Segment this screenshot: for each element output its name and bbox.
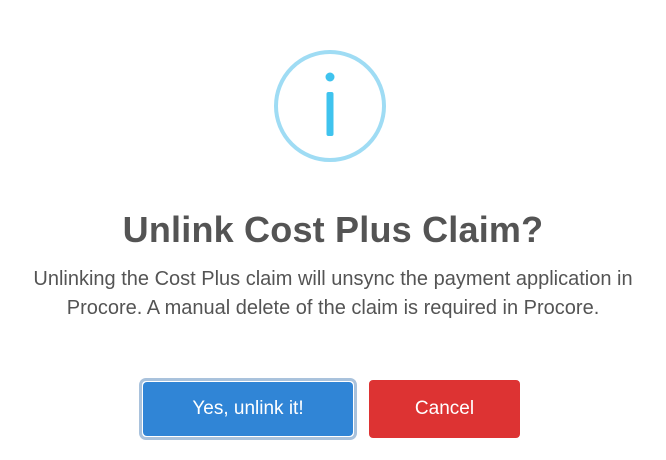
info-glyph [325, 72, 335, 136]
info-icon [274, 50, 386, 162]
dialog-actions: Yes, unlink it! Cancel [0, 378, 666, 440]
confirm-dialog: Unlink Cost Plus Claim? Unlinking the Co… [0, 0, 666, 460]
confirm-unlink-button[interactable]: Yes, unlink it! [143, 382, 353, 436]
cancel-button[interactable]: Cancel [369, 380, 520, 438]
dialog-message: Unlinking the Cost Plus claim will unsyn… [33, 268, 633, 319]
dialog-title: Unlink Cost Plus Claim? [122, 209, 544, 250]
